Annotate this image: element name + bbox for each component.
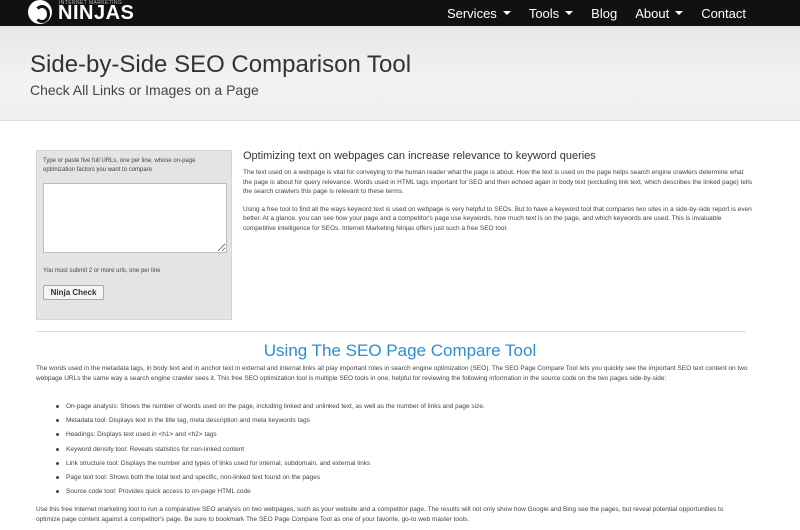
nav-blog-label: Blog <box>591 5 618 21</box>
nav-contact-label: Contact <box>701 5 746 21</box>
nav-services[interactable]: Services <box>447 6 529 21</box>
form-instructions: Type or paste five full URLs, one per li… <box>43 158 196 173</box>
chevron-down-icon <box>565 11 574 15</box>
closing-paragraph: Use this free Internet marketing tool to… <box>36 506 724 523</box>
intro-block: Optimizing text on webpages can increase… <box>243 150 753 241</box>
chevron-down-icon <box>502 11 511 15</box>
list-item: Keyword density tool: Reveals statistics… <box>56 445 746 454</box>
url-compare-form: Type or paste five full URLs, one per li… <box>36 150 232 320</box>
nav-about[interactable]: About <box>635 6 701 21</box>
feature-list: On-page analysis: Shows the number of wo… <box>56 402 746 501</box>
section-intro: The words used in the metadata tags, in … <box>36 365 748 382</box>
intro-paragraph: Using a free tool to find all the ways k… <box>243 205 752 232</box>
nav-tools-label: Tools <box>528 5 560 21</box>
nav-tools[interactable]: Tools <box>529 6 591 21</box>
urls-textarea[interactable] <box>43 183 227 253</box>
logo-brand: NINJAS <box>58 2 135 24</box>
page-title: Side-by-Side SEO Comparison Tool <box>30 51 412 78</box>
section-title: Using The SEO Page Compare Tool <box>263 341 537 360</box>
list-item: Source code tool: Provides quick access … <box>56 487 746 496</box>
list-item: Metadata tool: Displays text in the titl… <box>56 416 746 425</box>
site-logo[interactable]: INTERNET MARKETING NINJAS <box>28 0 148 26</box>
list-item: On-page analysis: Shows the number of wo… <box>56 402 746 411</box>
intro-paragraph: The text used on a webpage is vital for … <box>243 169 753 195</box>
list-item: Link structure tool: Displays the number… <box>56 459 746 468</box>
page-hero: Side-by-Side SEO Comparison Tool Check A… <box>0 26 800 121</box>
nav-about-label: About <box>635 5 670 21</box>
nav-contact[interactable]: Contact <box>701 6 800 21</box>
logo-swirl-icon <box>28 0 52 24</box>
section-divider <box>36 331 746 332</box>
top-navbar: INTERNET MARKETING NINJAS Services Tools… <box>0 0 800 26</box>
ninja-check-button[interactable]: Ninja Check <box>43 285 104 300</box>
form-note: You must submit 2 or more urls, one per … <box>43 268 161 274</box>
list-item: Page text tool: Shows both the total tex… <box>56 473 746 482</box>
intro-heading: Optimizing text on webpages can increase… <box>243 150 596 162</box>
page-subtitle: Check All Links or Images on a Page <box>30 82 259 98</box>
main-nav: Services Tools Blog About Contact <box>447 0 800 26</box>
nav-services-label: Services <box>446 5 497 21</box>
chevron-down-icon <box>675 11 684 15</box>
list-item: Headings: Displays text used in <h1> and… <box>56 430 746 439</box>
nav-blog[interactable]: Blog <box>591 6 635 21</box>
